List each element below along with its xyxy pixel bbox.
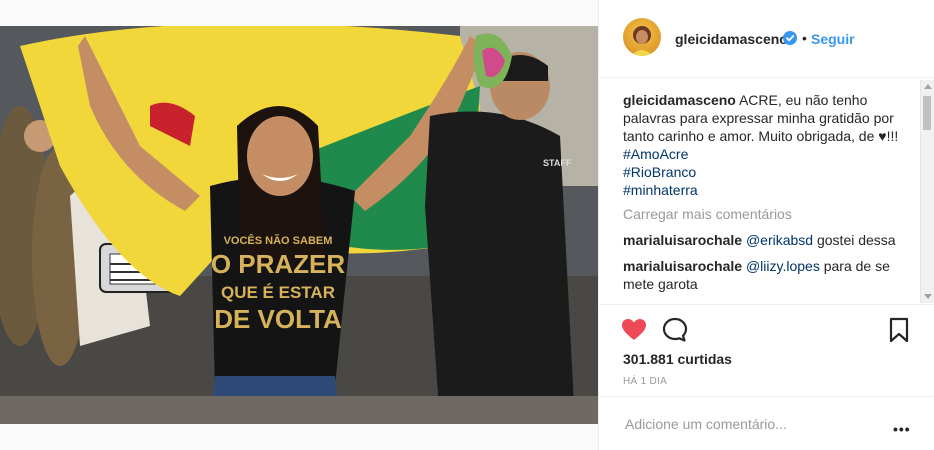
instagram-post: STAFF VOCÊS NÃO SABEM O PRAZER QUE É EST…: [0, 0, 934, 450]
comment-icon[interactable]: [662, 317, 688, 343]
comment-item: marialuisarochale @erikabsd gostei dessa: [623, 231, 899, 249]
follow-button[interactable]: Seguir: [811, 31, 855, 47]
post-timestamp[interactable]: HÁ 1 DIA: [623, 376, 667, 387]
comment-username[interactable]: marialuisarochale: [623, 258, 742, 274]
header-separator: •: [802, 30, 807, 46]
bookmark-icon[interactable]: [886, 317, 912, 343]
caption-username[interactable]: gleicidamasceno: [623, 92, 736, 108]
likes-count[interactable]: 301.881 curtidas: [623, 351, 732, 367]
hashtag-link[interactable]: #RioBranco: [623, 163, 899, 181]
load-more-comments-button[interactable]: Carregar mais comentários: [623, 205, 899, 223]
add-comment-bar: •••: [599, 396, 934, 450]
action-bar: [599, 305, 934, 353]
post-side-panel: gleicidamasceno • Seguir gleicidamasceno…: [598, 0, 934, 450]
hashtag-link[interactable]: #minhaterra: [623, 181, 899, 199]
comment-mention[interactable]: @liizy.lopes: [746, 258, 820, 274]
photo-illustration: STAFF VOCÊS NÃO SABEM O PRAZER QUE É EST…: [0, 26, 598, 424]
header-username[interactable]: gleicidamasceno: [675, 31, 788, 47]
staff-label: STAFF: [543, 158, 572, 168]
comment-mention[interactable]: @erikabsd: [746, 232, 813, 248]
shirt-text-line-1: VOCÊS NÃO SABEM: [224, 234, 333, 247]
post-photo[interactable]: STAFF VOCÊS NÃO SABEM O PRAZER QUE É EST…: [0, 26, 598, 424]
hashtag-link[interactable]: #AmoAcre: [623, 145, 899, 163]
caption: gleicidamasceno ACRE, eu não tenho palav…: [623, 91, 899, 199]
comments-scrollbar[interactable]: [920, 80, 934, 303]
avatar[interactable]: [623, 18, 661, 56]
comments-section[interactable]: gleicidamasceno ACRE, eu não tenho palav…: [599, 78, 934, 305]
shirt-text-line-3: QUE É ESTAR: [221, 283, 335, 302]
scroll-up-arrow-icon[interactable]: [924, 84, 932, 89]
comment-input[interactable]: [623, 411, 877, 437]
verified-badge-icon: [783, 31, 797, 45]
post-header: gleicidamasceno • Seguir: [599, 0, 934, 78]
comment-username[interactable]: marialuisarochale: [623, 232, 742, 248]
heart-filled-icon[interactable]: [621, 317, 647, 343]
scroll-down-arrow-icon[interactable]: [924, 294, 932, 299]
comment-text: gostei dessa: [813, 232, 896, 248]
shirt-text-line-4: DE VOLTA: [214, 304, 342, 334]
comment-item: marialuisarochale @liizy.lopes para de s…: [623, 257, 899, 293]
scroll-thumb[interactable]: [923, 96, 931, 130]
shirt-text-line-2: O PRAZER: [211, 249, 346, 279]
more-options-button[interactable]: •••: [893, 421, 911, 437]
comments-list: gleicidamasceno ACRE, eu não tenho palav…: [623, 91, 899, 293]
